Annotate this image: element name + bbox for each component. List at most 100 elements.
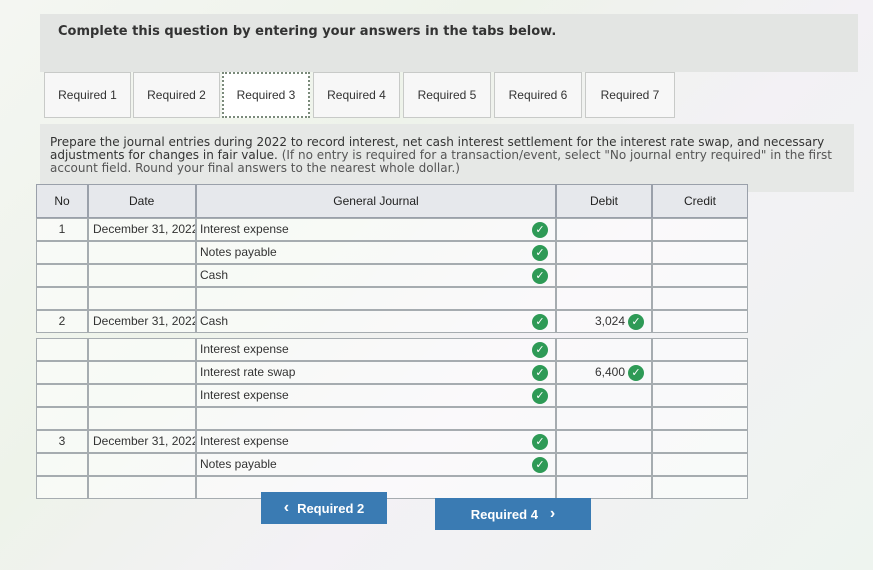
credit-input[interactable]: [652, 384, 748, 407]
credit-input[interactable]: [652, 361, 748, 384]
entry-number: [36, 361, 88, 384]
journal-table: No Date General Journal Debit Credit 1 De…: [36, 184, 751, 499]
tab-required-1[interactable]: Required 1: [44, 72, 131, 118]
next-required-button[interactable]: Required 4 ›: [435, 498, 591, 530]
check-icon: ✓: [628, 365, 644, 381]
debit-input[interactable]: [556, 218, 652, 241]
entry-number: [36, 338, 88, 361]
chevron-left-icon: ‹: [283, 499, 290, 516]
debit-input[interactable]: [556, 453, 652, 476]
entry-number: 3: [36, 430, 88, 453]
date-select[interactable]: [88, 241, 196, 264]
check-icon: ✓: [532, 314, 548, 330]
credit-input[interactable]: [652, 241, 748, 264]
instructions-panel: Complete this question by entering your …: [40, 14, 858, 72]
entry-number: [36, 453, 88, 476]
date-select[interactable]: [88, 361, 196, 384]
account-select[interactable]: [196, 407, 556, 430]
check-icon: ✓: [532, 365, 548, 381]
entry-number: [36, 476, 88, 499]
check-icon: ✓: [532, 342, 548, 358]
table-row: Notes payable ✓: [36, 241, 748, 264]
instructions-text: Complete this question by entering your …: [58, 24, 557, 39]
tab-required-6[interactable]: Required 6: [494, 72, 582, 118]
tab-required-4[interactable]: Required 4: [313, 72, 400, 118]
prev-button-label: Required 2: [297, 500, 365, 516]
table-row: Interest expense ✓: [36, 338, 748, 361]
credit-input[interactable]: [652, 310, 748, 333]
table-row: Interest rate swap 6,400 ✓ ✓: [36, 361, 748, 384]
account-select[interactable]: Interest expense: [196, 338, 556, 361]
credit-input[interactable]: [652, 338, 748, 361]
table-row: Cash ✓: [36, 264, 748, 287]
debit-input[interactable]: [556, 407, 652, 430]
header-debit: Debit: [556, 184, 652, 218]
account-select[interactable]: [196, 287, 556, 310]
tab-required-5[interactable]: Required 5: [403, 72, 491, 118]
date-select[interactable]: December 31, 2022: [88, 310, 196, 333]
header-general-journal: General Journal: [196, 184, 556, 218]
debit-input[interactable]: [556, 241, 652, 264]
entry-number: [36, 407, 88, 430]
credit-input[interactable]: [652, 407, 748, 430]
check-icon: ✓: [532, 388, 548, 404]
credit-input[interactable]: [652, 430, 748, 453]
date-select[interactable]: December 31, 2022: [88, 218, 196, 241]
account-select[interactable]: Notes payable: [196, 453, 556, 476]
table-row: Interest expense ✓: [36, 384, 748, 407]
account-select[interactable]: Cash: [196, 264, 556, 287]
next-button-label: Required 4: [470, 506, 538, 522]
header-credit: Credit: [652, 184, 748, 218]
debit-input[interactable]: [556, 476, 652, 499]
entry-number: [36, 264, 88, 287]
debit-input[interactable]: [556, 338, 652, 361]
check-icon: ✓: [628, 314, 644, 330]
date-select[interactable]: December 31, 2022: [88, 430, 196, 453]
table-row: 1 December 31, 2022 Interest expense ✓: [36, 218, 748, 241]
date-select[interactable]: [88, 264, 196, 287]
credit-input[interactable]: [652, 476, 748, 499]
account-select[interactable]: Cash: [196, 310, 556, 333]
tab-required-2[interactable]: Required 2: [133, 72, 220, 118]
chevron-right-icon: ›: [549, 505, 556, 522]
date-select[interactable]: [88, 287, 196, 310]
check-icon: ✓: [532, 245, 548, 261]
table-row: Notes payable ✓: [36, 453, 748, 476]
credit-input[interactable]: [652, 264, 748, 287]
table-row: 3 December 31, 2022 Interest expense ✓: [36, 430, 748, 453]
account-select[interactable]: Notes payable: [196, 241, 556, 264]
check-icon: ✓: [532, 268, 548, 284]
date-select[interactable]: [88, 453, 196, 476]
tab-required-7[interactable]: Required 7: [585, 72, 675, 118]
entry-number: [36, 287, 88, 310]
header-date: Date: [88, 184, 196, 218]
tab-required-3[interactable]: Required 3: [222, 72, 310, 118]
entry-number: 2: [36, 310, 88, 333]
prev-required-button[interactable]: ‹ Required 2: [261, 492, 387, 524]
credit-input[interactable]: [652, 453, 748, 476]
entry-number: [36, 384, 88, 407]
date-select[interactable]: [88, 407, 196, 430]
debit-input[interactable]: [556, 430, 652, 453]
credit-input[interactable]: [652, 218, 748, 241]
table-row: [36, 287, 748, 310]
debit-input[interactable]: [556, 384, 652, 407]
account-select[interactable]: Interest expense: [196, 218, 556, 241]
check-icon: ✓: [532, 457, 548, 473]
account-select[interactable]: Interest expense: [196, 384, 556, 407]
debit-input[interactable]: [556, 287, 652, 310]
tab-bar: Required 1 Required 2 Required 3 Require…: [40, 72, 858, 124]
question-panel: Prepare the journal entries during 2022 …: [40, 124, 854, 192]
debit-input[interactable]: [556, 264, 652, 287]
account-select[interactable]: Interest rate swap: [196, 361, 556, 384]
account-select[interactable]: Interest expense: [196, 430, 556, 453]
date-select[interactable]: [88, 476, 196, 499]
date-select[interactable]: [88, 338, 196, 361]
entry-number: [36, 241, 88, 264]
table-row: [36, 476, 748, 499]
date-select[interactable]: [88, 384, 196, 407]
table-row: [36, 407, 748, 430]
check-icon: ✓: [532, 222, 548, 238]
credit-input[interactable]: [652, 287, 748, 310]
header-no: No: [36, 184, 88, 218]
